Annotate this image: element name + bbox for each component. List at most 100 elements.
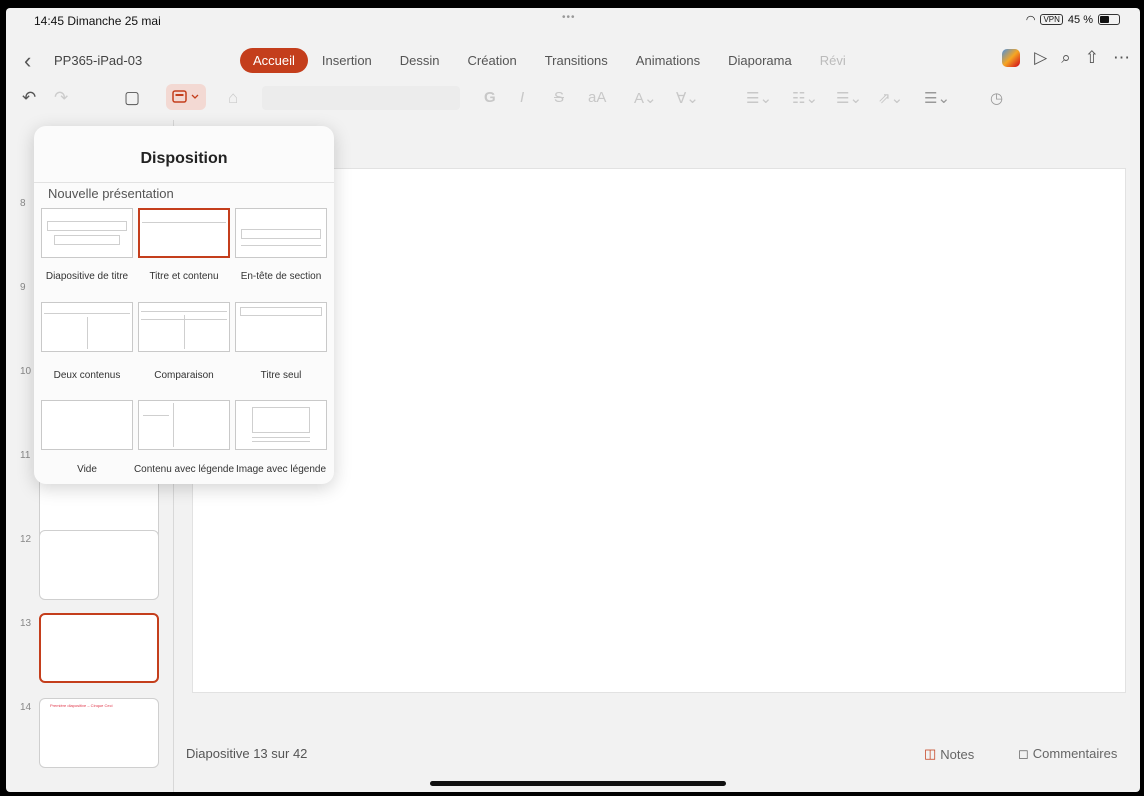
battery-icon bbox=[1098, 14, 1120, 25]
strike-button[interactable]: S bbox=[554, 89, 564, 106]
layout-preview bbox=[138, 400, 230, 450]
layout-vide[interactable]: Vide bbox=[41, 400, 133, 475]
thumbnail-title: Première diapositive – Cinque Ceci bbox=[50, 703, 113, 708]
layout-en-tete-de-section[interactable]: En-tête de section bbox=[235, 208, 327, 282]
slide-number: 10 bbox=[20, 366, 32, 377]
multitask-dots[interactable]: ••• bbox=[562, 12, 576, 23]
line-spacing-icon[interactable]: ☰⌄ bbox=[836, 89, 862, 107]
subtitle-placeholder bbox=[54, 235, 120, 245]
comment-icon: ◻ bbox=[1018, 746, 1029, 761]
layout-diapositive-de-titre[interactable]: Diapositive de titre bbox=[41, 208, 133, 282]
slide-counter: Diapositive 13 sur 42 bbox=[186, 746, 308, 761]
column-divider bbox=[87, 317, 88, 349]
popover-divider bbox=[34, 182, 334, 183]
slide-number: 13 bbox=[20, 618, 32, 629]
status-bar: 14:45 Dimanche 25 mai ••• ◠ VPN 45 % bbox=[6, 8, 1140, 30]
new-slide-icon[interactable]: ▢ bbox=[124, 88, 140, 108]
tab-insertion[interactable]: Insertion bbox=[308, 48, 386, 73]
text-direction-icon[interactable]: ⇗⌄ bbox=[878, 89, 903, 107]
caption-line bbox=[143, 415, 169, 416]
font-color-icon[interactable]: A⌄ bbox=[634, 89, 657, 107]
format-painter-icon[interactable]: ⌂ bbox=[228, 88, 238, 108]
layout-comparaison[interactable]: Comparaison bbox=[138, 302, 230, 381]
comments-button[interactable]: ◻ Commentaires bbox=[1018, 746, 1117, 762]
slide-number: 12 bbox=[20, 534, 32, 545]
ribbon-tabs: Accueil Insertion Dessin Création Transi… bbox=[240, 48, 860, 73]
search-icon[interactable]: ⌕ bbox=[1061, 48, 1071, 68]
share-icon[interactable]: ⇧ bbox=[1085, 48, 1099, 68]
layout-contenu-avec-legende[interactable]: Contenu avec légende bbox=[134, 400, 234, 475]
slide-thumbnail-12[interactable] bbox=[39, 530, 159, 600]
caption-line bbox=[252, 441, 310, 442]
popover-title: Disposition bbox=[140, 150, 228, 167]
image-placeholder bbox=[252, 407, 310, 433]
tab-animations[interactable]: Animations bbox=[622, 48, 714, 73]
layout-button[interactable] bbox=[166, 84, 206, 110]
tab-accueil[interactable]: Accueil bbox=[240, 48, 308, 73]
layout-popover: Disposition Nouvelle présentation Diapos… bbox=[34, 126, 334, 484]
home-toolbar: ↶ ↷ ▢ ⌂ G I S aA A⌄ ∀⌄ ☰⌄ ☷⌄ ☰⌄ ⇗⌄ ☰⌄ ◷ bbox=[6, 84, 1140, 114]
layout-label: Comparaison bbox=[154, 370, 214, 381]
numbering-icon[interactable]: ☷⌄ bbox=[792, 89, 818, 107]
layout-preview bbox=[235, 208, 327, 258]
layout-titre-et-contenu[interactable]: Titre et contenu bbox=[138, 208, 230, 282]
title-line bbox=[44, 313, 130, 314]
copilot-icon[interactable] bbox=[1002, 49, 1021, 67]
tab-revision[interactable]: Révi bbox=[806, 48, 860, 73]
layout-label: Diapositive de titre bbox=[45, 271, 129, 282]
align-icon[interactable]: ☰⌄ bbox=[924, 89, 950, 107]
notes-label: Notes bbox=[940, 746, 975, 762]
ipad-screen: 14:45 Dimanche 25 mai ••• ◠ VPN 45 % ‹ P… bbox=[6, 8, 1140, 792]
layout-deux-contenus[interactable]: Deux contenus bbox=[41, 302, 133, 381]
bullets-icon[interactable]: ☰⌄ bbox=[746, 89, 772, 107]
bold-button[interactable]: G bbox=[484, 89, 496, 106]
layout-preview bbox=[138, 302, 230, 352]
home-indicator[interactable] bbox=[430, 781, 726, 786]
battery-percent: 45 % bbox=[1067, 13, 1093, 26]
notes-icon: ◫ bbox=[924, 746, 937, 761]
section-header: Nouvelle présentation bbox=[48, 186, 174, 201]
slide-number: 14 bbox=[20, 702, 32, 713]
notes-button[interactable]: ◫ Notes bbox=[924, 746, 974, 762]
layout-icon bbox=[172, 90, 199, 103]
layout-preview bbox=[41, 208, 133, 258]
layout-label: Deux contenus bbox=[53, 370, 121, 381]
undo-icon[interactable]: ↶ bbox=[22, 88, 36, 108]
vpn-badge: VPN bbox=[1040, 14, 1063, 25]
title-line bbox=[142, 222, 226, 223]
italic-button[interactable]: I bbox=[520, 89, 524, 106]
tab-diaporama[interactable]: Diaporama bbox=[714, 48, 806, 73]
more-icon[interactable]: ⋯ bbox=[1113, 48, 1130, 68]
title-placeholder bbox=[47, 221, 127, 231]
layout-titre-seul[interactable]: Titre seul bbox=[235, 302, 327, 381]
ribbon-tab-row: ‹ PP365-iPad-03 Accueil Insertion Dessin… bbox=[6, 46, 1140, 76]
tab-creation[interactable]: Création bbox=[454, 48, 531, 73]
layout-preview bbox=[235, 400, 327, 450]
shapes-icon[interactable]: ◷ bbox=[990, 89, 1003, 107]
layout-label: Vide bbox=[77, 464, 97, 475]
layout-label: Image avec légende bbox=[235, 464, 327, 475]
highlight-icon[interactable]: ∀⌄ bbox=[676, 89, 699, 107]
back-chevron-icon[interactable]: ‹ bbox=[24, 48, 31, 74]
layout-label: En-tête de section bbox=[240, 271, 322, 282]
slide-number: 11 bbox=[20, 450, 31, 461]
header-actions: ▷ ⌕ ⇧ ⋯ bbox=[1002, 48, 1130, 68]
column-divider bbox=[184, 315, 185, 349]
tab-dessin[interactable]: Dessin bbox=[386, 48, 454, 73]
document-name[interactable]: PP365-iPad-03 bbox=[54, 53, 142, 68]
layout-image-avec-legende[interactable]: Image avec légende bbox=[235, 400, 327, 475]
section-line bbox=[241, 245, 321, 246]
font-size-button[interactable]: aA bbox=[588, 89, 606, 106]
wifi-icon: ◠ bbox=[1025, 14, 1036, 26]
slide-thumbnail-13[interactable] bbox=[39, 613, 159, 683]
play-icon[interactable]: ▷ bbox=[1034, 48, 1047, 68]
status-time: 14:45 Dimanche 25 mai bbox=[34, 14, 161, 28]
slide-number: 8 bbox=[20, 198, 26, 209]
layout-label: Titre seul bbox=[260, 370, 302, 381]
tab-transitions[interactable]: Transitions bbox=[531, 48, 622, 73]
slide-thumbnail-14[interactable]: Première diapositive – Cinque Ceci bbox=[39, 698, 159, 768]
font-name-box[interactable] bbox=[262, 86, 460, 110]
layout-preview bbox=[41, 400, 133, 450]
redo-icon[interactable]: ↷ bbox=[54, 88, 68, 108]
status-right: ◠ VPN 45 % bbox=[1026, 13, 1120, 26]
